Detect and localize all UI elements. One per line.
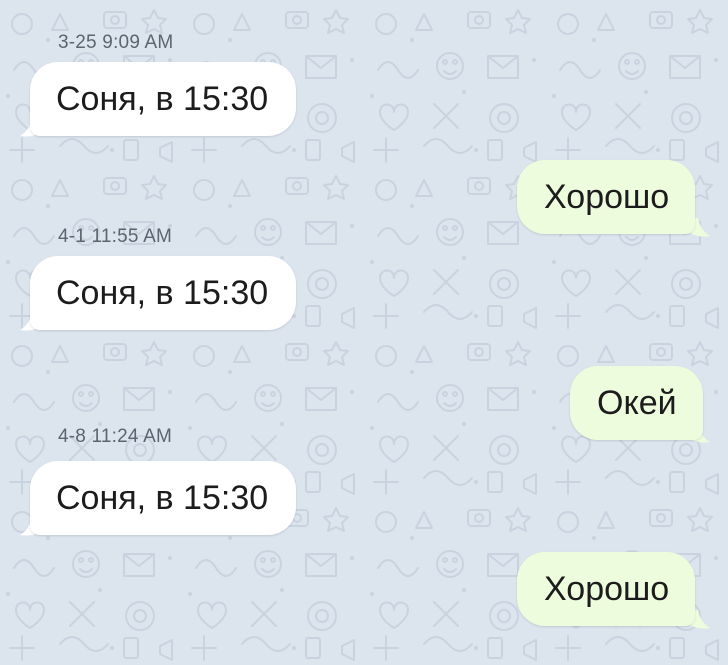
incoming-message-bubble[interactable]: Соня, в 15:30: [30, 62, 297, 136]
outgoing-message-bubble[interactable]: Окей: [570, 366, 703, 440]
message-timestamp: 4-8 11:24 AM: [58, 426, 173, 447]
message-text: Соня, в 15:30: [56, 479, 269, 517]
outgoing-message-bubble[interactable]: Хорошо: [517, 552, 696, 626]
message-text: Хорошо: [544, 570, 670, 608]
incoming-message-bubble[interactable]: Соня, в 15:30: [30, 256, 297, 330]
message-timestamp: 3-25 9:09 AM: [58, 32, 174, 53]
message-text: Соня, в 15:30: [56, 274, 269, 312]
message-text: Хорошо: [544, 178, 670, 216]
message-timestamp: 4-1 11:55 AM: [58, 226, 173, 247]
outgoing-message-bubble[interactable]: Хорошо: [517, 160, 696, 234]
message-text: Соня, в 15:30: [56, 80, 269, 118]
message-text: Окей: [597, 384, 677, 422]
incoming-message-bubble[interactable]: Соня, в 15:30: [30, 461, 297, 535]
